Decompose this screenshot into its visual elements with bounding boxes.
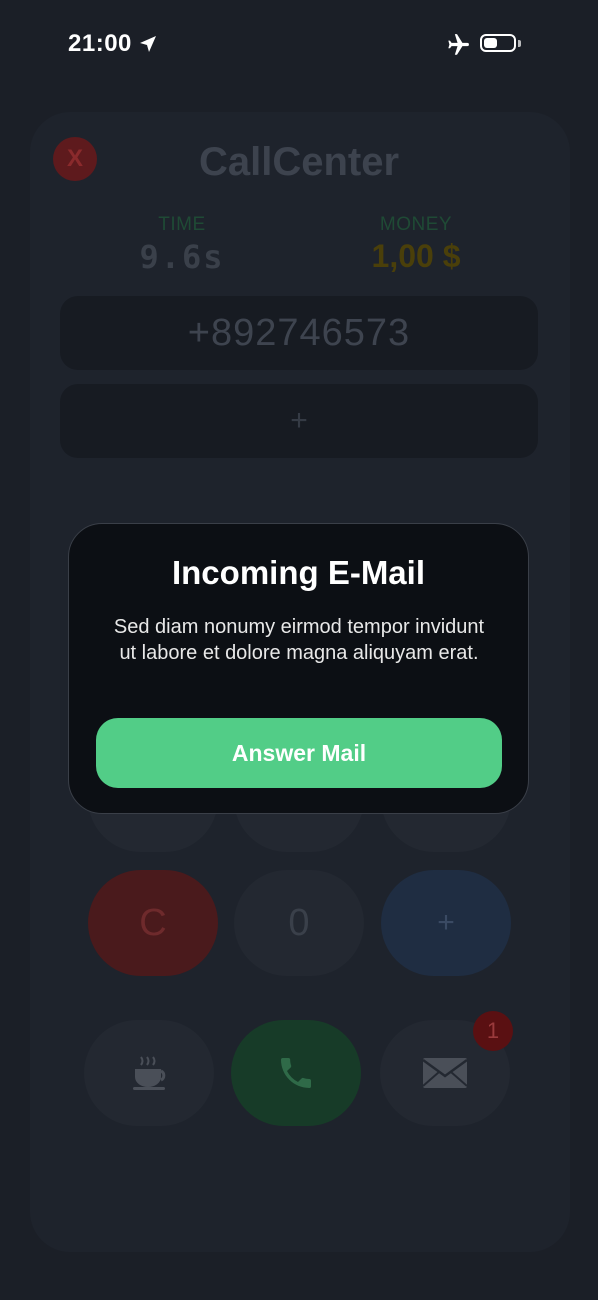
modal-title: Incoming E-Mail [171, 554, 425, 591]
airplane-mode-icon [448, 34, 469, 55]
coffee-break-button[interactable] [84, 1020, 214, 1126]
location-arrow-icon [140, 36, 156, 52]
modal-body: Sed diam nonumy eirmod tempor invidunt u… [113, 616, 485, 664]
time-value: 9.6s [139, 238, 225, 276]
status-time: 21:00 [68, 30, 132, 57]
mail-badge: 1 [473, 1011, 513, 1051]
money-value: 1,00 $ [371, 238, 461, 274]
incoming-mail-modal: Incoming E-Mail Sed diam nonumy eirmod t… [68, 523, 529, 814]
battery-tip [518, 40, 521, 47]
phone-icon [281, 1058, 311, 1088]
envelope-icon [422, 1058, 468, 1088]
status-bar: 21:00 [0, 0, 598, 88]
call-button[interactable] [231, 1020, 361, 1126]
key-0[interactable]: 0 [234, 870, 364, 976]
phone-number-display: +892746573 [60, 296, 538, 370]
add-button[interactable]: + [60, 384, 538, 458]
coffee-cup-icon [133, 1056, 166, 1090]
plus-button[interactable]: + [381, 870, 511, 976]
clear-button[interactable]: C [88, 870, 218, 976]
battery-level [484, 38, 497, 48]
battery-icon [480, 34, 516, 52]
answer-mail-button[interactable]: Answer Mail [96, 718, 502, 788]
time-label: TIME [158, 214, 206, 235]
money-label: MONEY [379, 214, 453, 235]
app-title: CallCenter [198, 140, 400, 184]
